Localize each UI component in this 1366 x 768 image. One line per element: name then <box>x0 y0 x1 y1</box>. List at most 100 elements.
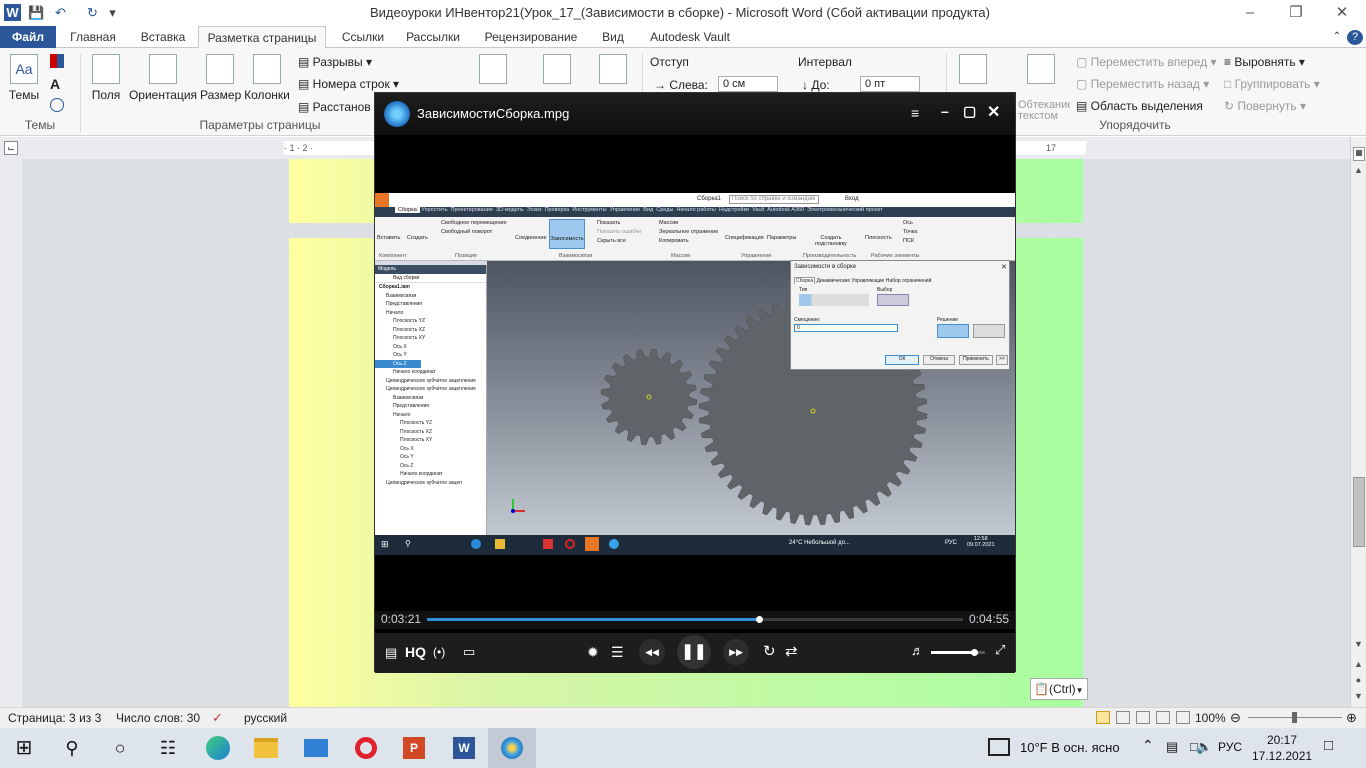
word-icon[interactable]: W <box>440 728 488 768</box>
repeat-icon[interactable]: ↻ <box>763 642 776 660</box>
playlist-view-icon[interactable]: ☰ <box>611 644 624 661</box>
breaks-button[interactable]: ▤ Разрывы ▾ <box>298 55 372 69</box>
taskbar-clock[interactable]: 20:17 17.12.2021 <box>1252 732 1312 764</box>
tab-mailings[interactable]: Рассылки <box>400 26 466 48</box>
redo-icon[interactable]: ↻ <box>84 4 101 21</box>
hyphenation-button[interactable]: ▤ Расстанов <box>298 100 371 114</box>
bring-forward-button[interactable]: ▢ Переместить вперед ▾ <box>1076 55 1217 69</box>
tab-review[interactable]: Рецензирование <box>476 26 586 48</box>
browse-object-icon[interactable]: ● <box>1351 675 1366 689</box>
themes-button[interactable]: Aa Темы <box>6 54 42 102</box>
full-screen-reading-icon[interactable] <box>1116 711 1130 724</box>
player-task-icon[interactable] <box>488 728 536 768</box>
paste-options-button[interactable]: 📋(Ctrl)▼ <box>1030 678 1088 700</box>
playlist-icon[interactable]: ≡ <box>911 105 919 121</box>
status-words[interactable]: Число слов: 30 <box>116 711 200 725</box>
undo-icon[interactable]: ↶ <box>52 4 69 21</box>
orientation-button[interactable]: Ориентация <box>128 54 198 102</box>
scroll-down-icon[interactable]: ▼ <box>1351 639 1366 653</box>
status-page[interactable]: Страница: 3 из 3 <box>8 711 101 725</box>
align-button[interactable]: ≡ Выровнять ▾ <box>1224 55 1305 69</box>
print-layout-icon[interactable] <box>1096 711 1110 724</box>
taskbar-lang[interactable]: РУС <box>1218 740 1242 754</box>
minimize-button[interactable]: – <box>1230 2 1270 24</box>
zoom-handle[interactable] <box>1292 712 1297 723</box>
tab-autodesk-vault[interactable]: Autodesk Vault <box>642 26 738 48</box>
player-close-icon[interactable]: ✕ <box>987 102 1000 122</box>
seek-handle[interactable] <box>756 616 764 623</box>
zoom-out-icon[interactable]: ⊖ <box>1230 710 1241 726</box>
restore-button[interactable]: ❐ <box>1276 2 1316 24</box>
rotate-button[interactable]: ↻ Повернуть ▾ <box>1224 99 1306 113</box>
tab-page-layout[interactable]: Разметка страницы <box>198 26 326 49</box>
video-player-window[interactable]: ЗависимостиСборка.mpg ≡ – ▢ ✕ Сборка1 По… <box>374 92 1016 673</box>
page-borders-button[interactable] <box>598 54 628 88</box>
mail-icon[interactable] <box>292 728 340 768</box>
video-frame[interactable]: Сборка1 Поиск по справке и командам Вход… <box>375 193 1015 555</box>
cortana-icon[interactable]: ○ <box>96 728 144 768</box>
tray-chevron-icon[interactable]: ⌃ <box>1142 737 1154 754</box>
proofing-icon[interactable]: ✓ <box>212 710 223 726</box>
theme-effects-icon[interactable] <box>50 98 64 112</box>
notification-icon[interactable]: □ <box>1324 737 1333 754</box>
tab-insert[interactable]: Вставка <box>132 26 194 48</box>
opera-icon[interactable] <box>342 728 390 768</box>
search-icon[interactable]: ⚲ <box>48 728 96 768</box>
customize-toolbar-icon[interactable]: ▾ <box>104 4 121 21</box>
tab-home[interactable]: Главная <box>62 26 124 48</box>
draft-icon[interactable] <box>1176 711 1190 724</box>
zoom-level[interactable]: 100% <box>1195 711 1226 725</box>
powerpoint-icon[interactable]: P <box>390 728 438 768</box>
next-icon[interactable]: ▶▶ <box>723 639 749 665</box>
pause-button[interactable]: ❚❚ <box>677 635 711 669</box>
player-minimize-icon[interactable]: – <box>941 103 949 119</box>
margins-button[interactable]: Поля <box>88 54 124 102</box>
task-view-icon[interactable]: ☷ <box>144 728 192 768</box>
tab-references[interactable]: Ссылки <box>334 26 392 48</box>
spacing-before-input[interactable]: 0 пт <box>860 76 920 92</box>
tray-app-icon[interactable]: ▤ <box>1166 739 1178 755</box>
columns-button[interactable]: Колонки <box>242 54 292 102</box>
wrap-text-button[interactable] <box>1026 54 1056 88</box>
group-button[interactable]: □ Группировать ▾ <box>1224 77 1320 91</box>
tab-selector-icon[interactable]: ⌙ <box>4 141 18 155</box>
ribbon-collapse-icon[interactable]: ⌃ <box>1330 26 1344 48</box>
view-ruler-icon[interactable]: ▦ <box>1353 147 1365 161</box>
player-maximize-icon[interactable]: ▢ <box>963 103 976 120</box>
volume-icon[interactable]: ♬ <box>911 643 924 658</box>
seek-bar[interactable] <box>427 616 963 623</box>
volume-tray-icon[interactable]: 🔈 <box>1196 739 1212 755</box>
previous-page-icon[interactable]: ▲ <box>1351 659 1366 673</box>
settings-icon[interactable]: ✹ <box>587 644 599 661</box>
selection-pane-button[interactable]: ▤ Область выделения <box>1076 99 1203 113</box>
theme-colors-icon[interactable] <box>50 54 64 68</box>
size-button[interactable]: Размер <box>200 54 241 102</box>
tab-view[interactable]: Вид <box>592 26 634 48</box>
broadcast-icon[interactable]: (•) <box>433 645 445 659</box>
page-color-button[interactable] <box>542 54 572 88</box>
status-language[interactable]: русский <box>244 711 287 725</box>
hq-button[interactable]: HQ <box>405 644 426 660</box>
line-numbers-button[interactable]: ▤ Номера строк ▾ <box>298 77 399 91</box>
volume-handle[interactable] <box>971 649 979 656</box>
start-icon[interactable]: ⊞ <box>0 728 48 768</box>
taskbar-weather[interactable]: 10°F В осн. ясно <box>1020 740 1120 755</box>
tab-file[interactable]: Файл <box>0 26 56 48</box>
weather-news-icon[interactable] <box>988 738 1010 756</box>
position-button[interactable] <box>958 54 988 88</box>
send-backward-button[interactable]: ▢ Переместить назад ▾ <box>1076 77 1209 91</box>
screen-icon[interactable]: ▭ <box>463 644 475 660</box>
vertical-ruler[interactable] <box>0 159 22 707</box>
web-layout-icon[interactable] <box>1136 711 1150 724</box>
shuffle-icon[interactable]: ⇄ <box>785 642 798 660</box>
outline-icon[interactable] <box>1156 711 1170 724</box>
file-explorer-icon[interactable] <box>242 728 290 768</box>
next-page-icon[interactable]: ▼ <box>1351 691 1366 705</box>
help-icon[interactable]: ? <box>1347 30 1363 45</box>
close-button[interactable]: ✕ <box>1322 2 1362 24</box>
indent-left-input[interactable]: 0 см <box>718 76 778 92</box>
theme-fonts-icon[interactable]: A <box>50 76 60 92</box>
edge-icon[interactable] <box>194 728 242 768</box>
vertical-scrollbar[interactable]: ▦ ▲ ▼ ▲ ● ▼ <box>1350 137 1366 707</box>
zoom-in-icon[interactable]: ⊕ <box>1346 710 1357 726</box>
